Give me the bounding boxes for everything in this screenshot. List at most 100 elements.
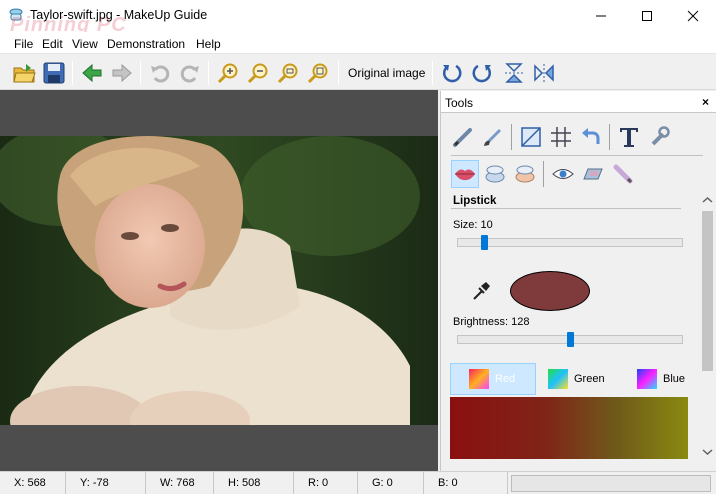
tools-divider [451,155,703,156]
redo-button[interactable] [176,59,204,87]
tool-separator [609,124,610,150]
brush-tool[interactable] [479,123,507,151]
eye-tool[interactable] [549,160,577,188]
eyeliner-tool[interactable] [609,160,637,188]
eyeshadow-tool[interactable] [579,160,607,188]
close-button[interactable] [670,0,716,32]
scrollbar-thumb[interactable] [702,211,713,371]
zoom-in-button[interactable] [214,59,242,87]
image-viewport[interactable] [0,90,438,471]
tab-red-channel[interactable]: Red [450,363,536,395]
tab-green-channel[interactable]: Green [530,363,616,395]
eyeshadow-icon [583,168,603,180]
status-bar: X: 568 Y: -78 W: 768 H: 508 R: 0 G: 0 B:… [0,471,716,494]
zoom-out-icon [247,63,268,84]
open-button[interactable] [10,59,38,87]
status-r: R: 0 [294,472,358,494]
close-icon [687,10,699,22]
undo-tool[interactable] [577,123,605,151]
size-slider-thumb[interactable] [481,235,488,250]
selected-color-swatch[interactable] [510,271,590,311]
rotate-right-button[interactable] [468,59,496,87]
tools-title: Tools [445,96,474,110]
zoom-out-button[interactable] [244,59,272,87]
window-title: Taylor-swift.jpg - MakeUp Guide [30,8,208,22]
section-divider [451,208,681,209]
menu-view[interactable]: View [72,37,98,51]
grid-icon [551,127,571,147]
size-slider[interactable] [457,235,683,250]
menu-file[interactable]: File [14,37,33,51]
back-button[interactable] [78,59,106,87]
wrench-icon [651,126,670,146]
powder-tool[interactable] [481,160,509,188]
green-channel-icon [548,369,568,389]
maximize-button[interactable] [624,0,670,32]
rotate-right-icon [472,64,492,83]
crop-icon [521,127,541,147]
tab-green-label: Green [574,373,605,385]
tools-close-button[interactable]: × [702,95,709,109]
rotate-left-icon [442,64,462,83]
maximize-icon [642,11,652,21]
toolbar-separator [338,61,339,85]
zoom-actual-button[interactable] [304,59,332,87]
blue-channel-icon [637,369,657,389]
brush-icon [484,128,502,146]
flip-vertical-button[interactable] [500,59,528,87]
scroll-up-icon[interactable] [699,193,716,207]
eye-icon [552,169,574,179]
crop-tool[interactable] [517,123,545,151]
toolbar: Original image [0,55,716,90]
settings-tool[interactable] [645,123,673,151]
minimize-button[interactable] [578,0,624,32]
blush-tool[interactable] [511,160,539,188]
pencil-icon [453,128,472,147]
tools-scrollbar[interactable] [699,191,716,461]
portrait-photo [0,136,438,425]
size-label: Size: 10 [453,219,493,231]
section-title-lipstick: Lipstick [453,195,497,207]
save-button[interactable] [40,59,68,87]
forward-button[interactable] [108,59,136,87]
undo-button[interactable] [146,59,174,87]
lipstick-tool[interactable] [451,160,479,188]
pencil-tool[interactable] [449,123,477,151]
brightness-slider[interactable] [457,332,683,347]
undo-icon [151,65,170,83]
flip-horizontal-button[interactable] [530,59,558,87]
brightness-slider-thumb[interactable] [567,332,574,347]
tab-red-label: Red [495,373,516,385]
status-g: G: 0 [358,472,424,494]
brightness-label: Brightness: 128 [453,316,530,328]
text-tool[interactable] [615,123,643,151]
scroll-down-icon[interactable] [699,445,716,459]
status-width: W: 768 [146,472,214,494]
rotate-left-button[interactable] [438,59,466,87]
tools-header: Tools × [441,91,716,113]
powder-compact-icon [485,165,505,183]
menu-help[interactable]: Help [196,37,221,51]
eyedropper-button[interactable] [471,280,491,305]
color-gradient-picker[interactable] [450,397,688,459]
tab-blue-channel[interactable]: Blue [621,363,687,395]
status-b: B: 0 [424,472,508,494]
zoom-actual-icon [307,63,328,84]
menu-bar: File Edit View Demonstration Help [0,32,716,54]
photo[interactable] [0,136,438,425]
menu-edit[interactable]: Edit [42,37,63,51]
zoom-fit-button[interactable] [274,59,302,87]
grid-tool[interactable] [547,123,575,151]
menu-demonstration[interactable]: Demonstration [107,37,185,51]
tool-separator [543,161,544,187]
forward-arrow-icon [112,63,132,83]
status-x: X: 568 [0,472,66,494]
toolbar-separator [72,61,73,85]
original-image-button[interactable]: Original image [348,66,425,80]
zoom-fit-icon [277,63,298,84]
tool-separator [511,124,512,150]
text-icon [620,128,638,147]
toolbar-separator [432,61,433,85]
red-channel-icon [469,369,489,389]
eyedropper-icon [473,282,490,300]
